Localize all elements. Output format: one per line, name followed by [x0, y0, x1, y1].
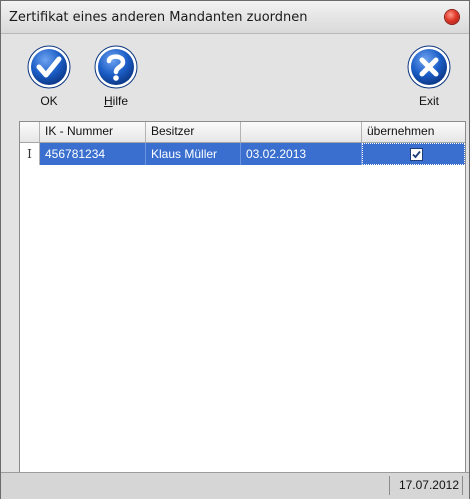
hilfe-button[interactable]: Hilfe	[93, 44, 139, 108]
cell-datum[interactable]: 03.02.2013	[241, 143, 362, 165]
cell-uebernehmen[interactable]	[362, 143, 465, 165]
uebernehmen-checkbox[interactable]	[410, 148, 423, 161]
header-indicator-cell	[20, 122, 40, 142]
exit-label: Exit	[418, 94, 439, 108]
x-circle-icon	[407, 45, 451, 89]
column-header-datum[interactable]	[241, 122, 362, 142]
column-header-uebernehmen[interactable]: übernehmen	[362, 122, 465, 142]
window-title: Zertifikat eines anderen Mandanten zuord…	[9, 10, 308, 25]
check-circle-icon	[27, 45, 71, 89]
column-header-besitzer[interactable]: Besitzer	[146, 122, 241, 142]
grid-header: IK - Nummer Besitzer übernehmen	[20, 122, 465, 143]
dialog-window: Zertifikat eines anderen Mandanten zuord…	[0, 0, 470, 499]
close-icon[interactable]	[445, 10, 459, 24]
ok-label: OK	[40, 94, 58, 108]
toolbar: OK Hilfe Exit	[1, 34, 469, 114]
checkmark-icon	[412, 150, 421, 159]
cell-besitzer[interactable]: Klaus Müller	[146, 143, 241, 165]
status-date: 17.07.2012	[389, 476, 463, 495]
row-indicator: I	[20, 143, 40, 165]
certificate-grid[interactable]: IK - Nummer Besitzer übernehmen I 456781…	[19, 121, 466, 473]
title-bar[interactable]: Zertifikat eines anderen Mandanten zuord…	[1, 1, 469, 34]
hilfe-label: Hilfe	[103, 94, 128, 108]
exit-button[interactable]: Exit	[406, 44, 452, 108]
table-row[interactable]: I 456781234 Klaus Müller 03.02.2013	[20, 143, 465, 165]
status-bar: 17.07.2012	[1, 472, 469, 499]
cell-ik-nummer[interactable]: 456781234	[40, 143, 146, 165]
column-header-ik-nummer[interactable]: IK - Nummer	[40, 122, 146, 142]
question-circle-icon	[94, 45, 138, 89]
ok-button[interactable]: OK	[26, 44, 72, 108]
